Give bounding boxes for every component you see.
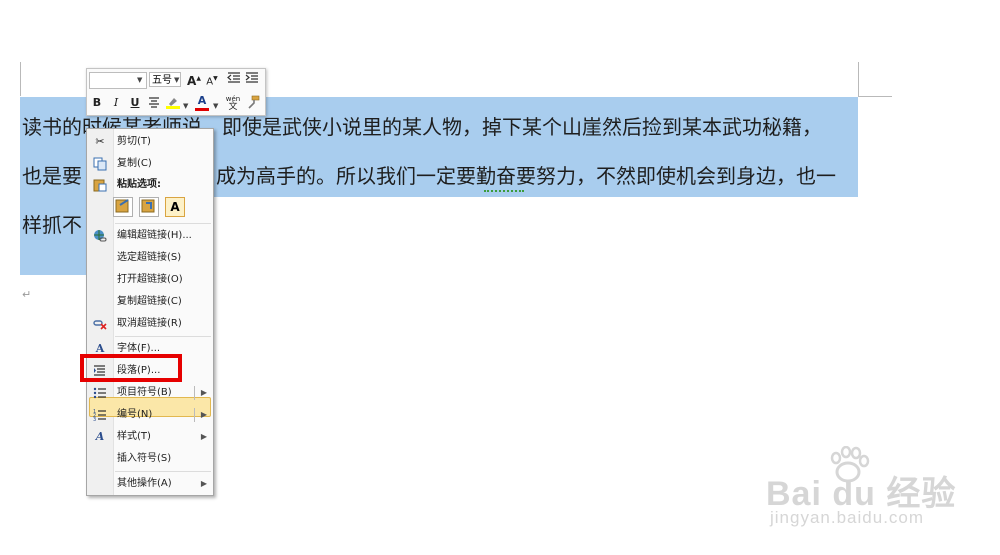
menu-label-numbering: 编号(N) [117,409,153,420]
paragraph-mark: ↵ [22,288,32,301]
paste-keep-formatting-button[interactable] [113,197,133,217]
spellcheck-underline [484,188,524,192]
menu-label-edit-hyperlink: 编辑超链接(H)... [117,230,192,241]
paw-logo-icon [826,445,870,486]
menu-label-copy: 复制(C) [117,158,152,169]
menu-item-numbering[interactable]: 123 编号(N) ▶ [87,404,213,426]
numbering-icon: 123 [93,408,107,423]
annotation-highlight-box [80,354,182,382]
phonetic-guide-button[interactable]: wén 文 [224,95,242,112]
format-painter-button[interactable] [245,95,261,113]
paste-text-only-button[interactable]: A [165,197,185,217]
menu-item-paste-options: 粘贴选项: [87,174,213,196]
menu-item-styles[interactable]: A 样式(T) ▶ [87,426,213,448]
svg-text:3: 3 [93,417,96,422]
submenu-arrow-icon[interactable]: ▶ [201,473,207,495]
font-color-dropdown-icon[interactable]: ▼ [213,102,218,110]
doc-line-2-start[interactable]: 也是要 [22,163,82,189]
copy-icon [93,157,107,171]
doc-line-2-rest[interactable]: 成为高手的。所以我们一定要勤奋要努力，不然即使机会到身边，也一 [216,163,836,189]
globe-link-icon [93,229,107,243]
menu-item-copy-hyperlink[interactable]: 复制超链接(C) [87,291,213,313]
submenu-arrow-icon[interactable]: ▶ [201,382,207,404]
menu-label-select-hyperlink: 选定超链接(S) [117,252,182,263]
font-color-label: A [197,94,207,107]
menu-item-bullets[interactable]: 项目符号(B) ▶ [87,382,213,404]
menu-label-styles: 样式(T) [117,431,151,442]
font-color-swatch [195,108,209,111]
baidu-watermark-url: jingyan.baidu.com [770,508,925,527]
underline-button[interactable]: U [128,96,142,110]
center-align-icon [149,97,159,108]
menu-item-insert-symbol[interactable]: 插入符号(S) [87,448,213,470]
page-corner-left-v [20,62,21,96]
menu-item-copy[interactable]: 复制(C) [87,153,213,175]
bold-button[interactable]: B [90,96,104,110]
page-corner-right-h [858,96,892,97]
submenu-arrow-icon[interactable]: ▶ [201,426,207,448]
menu-label-insert-symbol: 插入符号(S) [117,453,172,464]
menu-item-open-hyperlink[interactable]: 打开超链接(O) [87,269,213,291]
italic-button[interactable]: I [109,96,123,110]
paste-keep-format-icon [115,199,129,213]
context-menu: ✂ 剪切(T) 复制(C) 粘贴选项: A 编辑超链接(H)... 选定超链接(… [86,128,214,496]
menu-item-more-actions[interactable]: 其他操作(A) ▶ [87,473,213,495]
menu-label-more-actions: 其他操作(A) [117,478,172,489]
menu-separator [115,223,211,224]
menu-item-select-hyperlink[interactable]: 选定超链接(S) [87,247,213,269]
menu-label-paste-options: 粘贴选项: [117,179,161,190]
font-size-dropdown-icon[interactable]: ▼ [174,76,179,84]
increase-indent-icon [245,72,258,83]
paste-merge-formatting-button[interactable] [139,197,159,217]
menu-label-copy-hyperlink: 复制超链接(C) [117,296,182,307]
font-name-dropdown-icon[interactable]: ▼ [137,76,142,84]
highlighter-icon [166,98,180,109]
paste-icon [93,178,107,192]
highlight-dropdown-icon[interactable]: ▼ [183,102,188,110]
grow-font-label: A [187,74,197,88]
menu-separator [115,471,211,472]
highlight-button[interactable] [165,95,181,113]
grow-font-button[interactable]: A▲ [187,72,201,88]
page-corner-right-v [858,62,859,96]
styles-icon: A [95,430,105,443]
increase-indent-button[interactable] [245,71,259,89]
menu-item-edit-hyperlink[interactable]: 编辑超链接(H)... [87,225,213,247]
font-color-button[interactable]: A [195,94,209,111]
scissors-icon: ✂ [95,135,105,148]
menu-label-open-hyperlink: 打开超链接(O) [117,274,183,285]
menu-label-bullets: 项目符号(B) [117,387,172,398]
decrease-indent-button[interactable] [227,71,241,89]
shrink-font-button[interactable]: A▼ [205,72,219,89]
submenu-arrow-icon[interactable]: ▶ [201,404,207,426]
menu-item-remove-hyperlink[interactable]: 取消超链接(R) [87,313,213,335]
mini-toolbar: ▼ 五号 ▼ A▲ A▼ B I U ▼ A ▼ wén 文 [86,68,266,116]
remove-link-icon [93,317,107,331]
submenu-split-divider [194,386,195,400]
decrease-indent-icon [227,72,240,83]
menu-separator [115,336,211,337]
doc-line-3[interactable]: 样抓不 [22,212,82,238]
submenu-split-divider [194,408,195,422]
format-painter-icon [248,95,260,109]
menu-label-cut: 剪切(T) [117,136,151,147]
bullets-icon [93,386,107,400]
menu-label-remove-hyperlink: 取消超链接(R) [117,318,182,329]
menu-item-cut[interactable]: ✂ 剪切(T) [87,131,213,153]
paste-merge-icon [141,199,155,213]
center-align-button[interactable] [147,96,161,112]
